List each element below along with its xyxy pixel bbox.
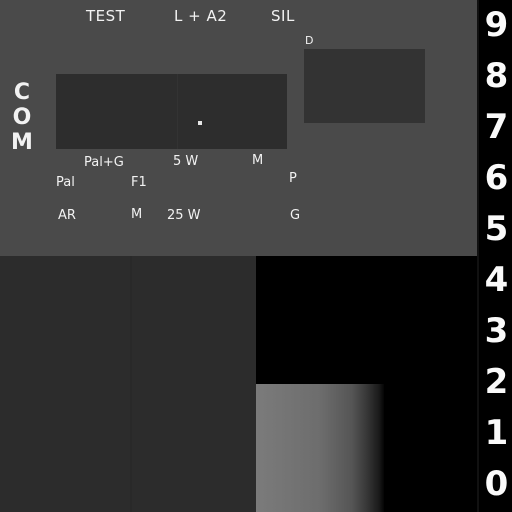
digit-4: 4	[484, 260, 509, 300]
main-display	[56, 74, 287, 149]
block-seam	[130, 256, 132, 512]
d-display	[304, 49, 425, 123]
digit-strip: 9 8 7 6 5 4 3 2 1 0	[477, 0, 512, 512]
ar-label: AR	[58, 208, 76, 223]
m-label-top: M	[252, 153, 264, 168]
gradient-swatch	[256, 384, 384, 512]
5w-label: 5 W	[173, 154, 199, 169]
digit-3: 3	[484, 311, 509, 351]
d-label: D	[305, 34, 314, 47]
sil-label: SIL	[271, 7, 295, 25]
test-label: TEST	[86, 7, 126, 25]
com-letter: O	[12, 105, 32, 130]
digit-7: 7	[484, 107, 509, 147]
pal-g-label: Pal+G	[84, 155, 124, 170]
dark-gray-block	[0, 256, 256, 512]
f1-label: F1	[131, 175, 147, 190]
digit-8: 8	[484, 56, 509, 96]
digit-5: 5	[484, 209, 509, 249]
pal-label: Pal	[56, 175, 75, 190]
com-letter: C	[13, 80, 31, 105]
l-a2-label: L + A2	[174, 7, 228, 25]
m-label-bottom: M	[131, 207, 143, 222]
25w-label: 25 W	[167, 208, 201, 223]
digit-2: 2	[484, 362, 509, 402]
p-label: P	[289, 171, 297, 186]
com-vertical-label: C O M	[10, 80, 34, 155]
digit-9: 9	[484, 5, 509, 45]
display-divider	[177, 74, 178, 149]
g-label: G	[290, 208, 301, 223]
digit-6: 6	[484, 158, 509, 198]
com-letter: M	[11, 130, 33, 155]
control-panel: TEST L + A2 SIL D C O M Pal+G 5 W M Pal …	[0, 0, 477, 256]
display-dot	[198, 121, 202, 125]
digit-1: 1	[484, 413, 509, 453]
digit-0: 0	[484, 464, 509, 504]
